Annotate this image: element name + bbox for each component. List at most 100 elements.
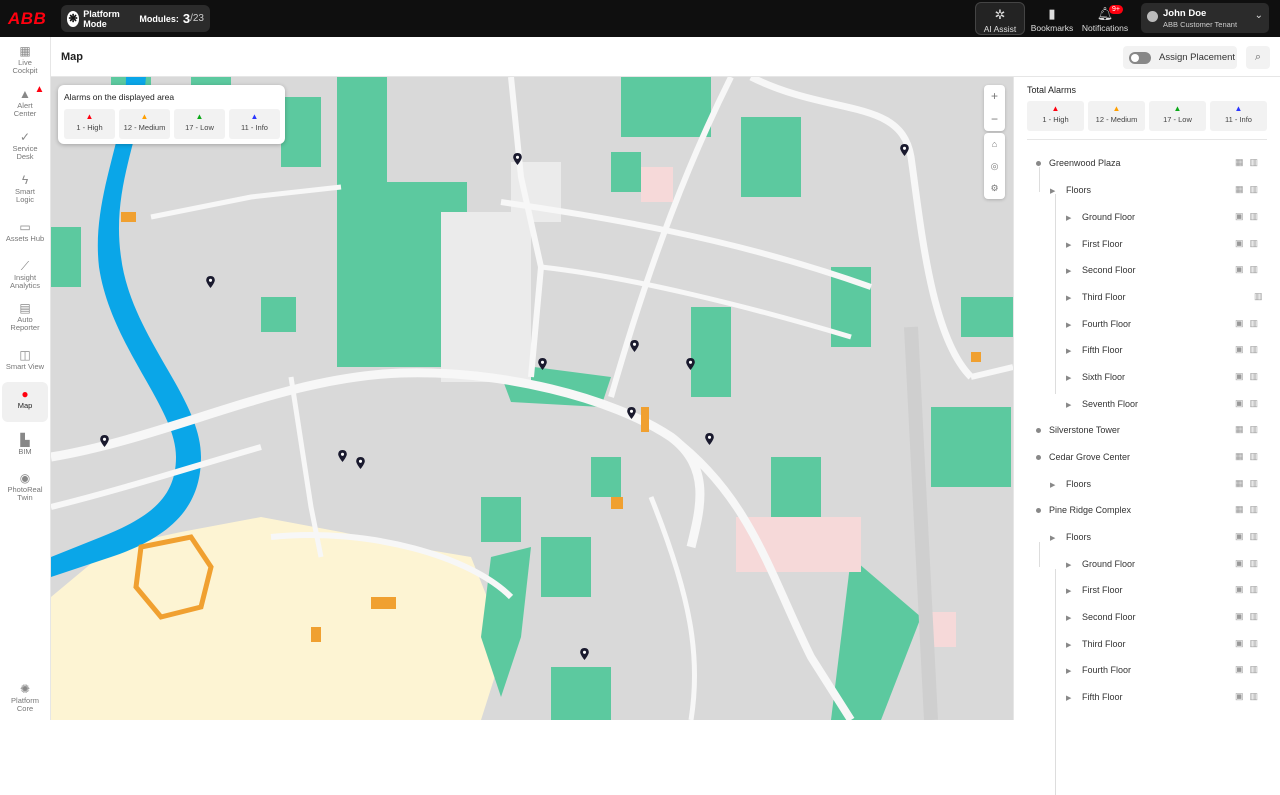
ai-assist-button[interactable]: ✲ AI Assist — [975, 2, 1025, 35]
chart-icon[interactable]: ▥ — [1250, 691, 1265, 701]
tree-item-floor[interactable]: ▶ Fourth Floor — [1066, 319, 1131, 339]
zoom-in-button[interactable]: + — [984, 85, 1005, 108]
alarm-pin[interactable] — [630, 340, 639, 352]
chart-icon[interactable]: ▥ — [1250, 504, 1265, 514]
floorplan-icon[interactable]: ▣ — [1235, 638, 1250, 648]
search-button[interactable]: ⌕ — [1246, 46, 1270, 69]
alarm-pin[interactable] — [206, 276, 215, 288]
alarm-pin[interactable] — [100, 435, 109, 447]
sidebar-item-auto-reporter[interactable]: ▤ Auto Reporter — [2, 296, 48, 336]
platform-mode-switch[interactable]: ❋ Platform Mode Modules: 3 /23 — [61, 5, 210, 32]
sidebar-item-service-desk[interactable]: ✓ Service Desk — [2, 125, 48, 165]
sidebar-item-insight-analytics[interactable]: ⟋ Insight Analytics — [2, 254, 48, 294]
chart-icon[interactable]: ▥ — [1250, 398, 1265, 408]
chart-icon[interactable]: ▥ — [1254, 291, 1269, 301]
alarm-pin[interactable] — [705, 433, 714, 445]
floorplan-icon[interactable]: ▣ — [1235, 531, 1250, 541]
tree-item-floors[interactable]: ▶ Floors — [1050, 479, 1091, 499]
tree-item-floor[interactable]: ▶ Ground Floor — [1066, 212, 1135, 232]
tree-item-floor[interactable]: ▶ First Floor — [1066, 585, 1123, 605]
chart-icon[interactable]: ▥ — [1250, 371, 1265, 381]
floorplan-icon[interactable]: ▣ — [1235, 691, 1250, 701]
chevron-right-icon[interactable]: ▶ — [1050, 481, 1060, 489]
chevron-right-icon[interactable]: ▶ — [1066, 267, 1076, 275]
alarm-pin[interactable] — [338, 450, 347, 462]
floorplan-icon[interactable]: ▣ — [1235, 371, 1250, 381]
chart-icon[interactable]: ▥ — [1250, 238, 1265, 248]
alarm-pin[interactable] — [580, 648, 589, 660]
tree-item-floor[interactable]: ▶ Second Floor — [1066, 265, 1136, 285]
floorplan-icon[interactable]: ▣ — [1235, 238, 1250, 248]
chevron-right-icon[interactable]: ▶ — [1066, 241, 1076, 249]
chevron-right-icon[interactable]: ▶ — [1066, 614, 1076, 622]
tree-item-building[interactable]: Silverstone Tower — [1036, 425, 1120, 445]
tree-item-floor[interactable]: ▶ Ground Floor — [1066, 559, 1135, 579]
chevron-right-icon[interactable]: ▶ — [1066, 374, 1076, 382]
tree-item-floor[interactable]: ▶ Fifth Floor — [1066, 345, 1123, 365]
sidebar-item-smart-view[interactable]: ◫ Smart View — [2, 343, 48, 383]
sidebar-item-bim[interactable]: ▙ BIM — [2, 428, 48, 468]
chevron-right-icon[interactable]: ▶ — [1066, 321, 1076, 329]
map-canvas[interactable]: Alarms on the displayed area ▲ 1 - High ▲… — [51, 77, 1013, 720]
chart-icon[interactable]: ▥ — [1250, 478, 1265, 488]
chevron-right-icon[interactable]: ▶ — [1066, 641, 1076, 649]
alarm-pin[interactable] — [513, 153, 522, 165]
tree-item-floors[interactable]: ▶ Floors — [1050, 185, 1091, 205]
chevron-right-icon[interactable]: ▶ — [1050, 187, 1060, 195]
floorplan-icon[interactable]: ▣ — [1235, 558, 1250, 568]
floorplan-icon[interactable]: ▣ — [1235, 211, 1250, 221]
tree-item-floor[interactable]: ▶ Fourth Floor — [1066, 665, 1131, 685]
chart-icon[interactable]: ▥ — [1250, 211, 1265, 221]
chart-icon[interactable]: ▥ — [1250, 531, 1265, 541]
building-icon[interactable]: ▦ — [1235, 184, 1250, 194]
tree-item-building[interactable]: Greenwood Plaza — [1036, 158, 1121, 178]
legend-info[interactable]: ▲ 11 - Info — [229, 109, 280, 139]
chevron-right-icon[interactable]: ▶ — [1066, 694, 1076, 702]
floorplan-icon[interactable]: ▣ — [1235, 344, 1250, 354]
tree-item-building[interactable]: Pine Ridge Complex — [1036, 505, 1131, 525]
tree-item-floor[interactable]: ▶ Seventh Floor — [1066, 399, 1138, 419]
tree-item-floor[interactable]: ▶ Sixth Floor — [1066, 372, 1125, 392]
bookmarks-button[interactable]: ▮ Bookmarks — [1027, 2, 1077, 35]
tree-item-floor[interactable]: ▶ Fifth Floor — [1066, 692, 1123, 712]
chart-icon[interactable]: ▥ — [1250, 611, 1265, 621]
sidebar-item-assets-hub[interactable]: ▭ Assets Hub — [2, 215, 48, 255]
chart-icon[interactable]: ▥ — [1250, 184, 1265, 194]
chevron-right-icon[interactable]: ▶ — [1066, 214, 1076, 222]
legend-medium[interactable]: ▲ 12 - Medium — [119, 109, 170, 139]
zoom-out-button[interactable]: − — [984, 108, 1005, 131]
notifications-button[interactable]: 🔔︎ 9+ Notifications — [1079, 2, 1131, 35]
tree-item-floors[interactable]: ▶ Floors — [1050, 532, 1091, 552]
tree-item-floor[interactable]: ▶ First Floor — [1066, 239, 1123, 259]
abb-logo[interactable]: ABB — [8, 9, 46, 29]
chart-icon[interactable]: ▥ — [1250, 318, 1265, 328]
chart-icon[interactable]: ▥ — [1250, 451, 1265, 461]
total-high[interactable]: ▲ 1 - High — [1027, 101, 1084, 131]
building-icon[interactable]: ▦ — [1235, 504, 1250, 514]
chevron-right-icon[interactable]: ▶ — [1066, 587, 1076, 595]
chevron-right-icon[interactable]: ▶ — [1050, 534, 1060, 542]
home-icon[interactable]: ⌂ — [984, 133, 1005, 155]
floorplan-icon[interactable]: ▣ — [1235, 584, 1250, 594]
user-menu[interactable]: John Doe ABB Customer Tenant ⌄ — [1141, 3, 1269, 33]
alarm-pin[interactable] — [900, 144, 909, 156]
chart-icon[interactable]: ▥ — [1250, 584, 1265, 594]
chart-icon[interactable]: ▥ — [1250, 264, 1265, 274]
floorplan-icon[interactable]: ▣ — [1235, 611, 1250, 621]
building-icon[interactable]: ▦ — [1235, 478, 1250, 488]
building-icon[interactable]: ▦ — [1235, 157, 1250, 167]
sidebar-item-photoreal-twin[interactable]: ◉ PhotoReal Twin — [2, 466, 48, 506]
tree-item-floor[interactable]: ▶ Second Floor — [1066, 612, 1136, 632]
chart-icon[interactable]: ▥ — [1250, 157, 1265, 167]
tree-item-building[interactable]: Cedar Grove Center — [1036, 452, 1130, 472]
locate-icon[interactable]: ◎ — [984, 155, 1005, 177]
sidebar-item-alert-center[interactable]: ▲ ▲ Alert Center — [2, 82, 48, 122]
chevron-right-icon[interactable]: ▶ — [1066, 347, 1076, 355]
floorplan-icon[interactable]: ▣ — [1235, 398, 1250, 408]
layers-icon[interactable]: ⚙ — [984, 177, 1005, 199]
tree-item-floor[interactable]: ▶ Third Floor — [1066, 292, 1126, 312]
building-icon[interactable]: ▦ — [1235, 451, 1250, 461]
sidebar-item-map[interactable]: ● Map — [2, 382, 48, 422]
total-medium[interactable]: ▲ 12 - Medium — [1088, 101, 1145, 131]
floorplan-icon[interactable]: ▣ — [1235, 318, 1250, 328]
